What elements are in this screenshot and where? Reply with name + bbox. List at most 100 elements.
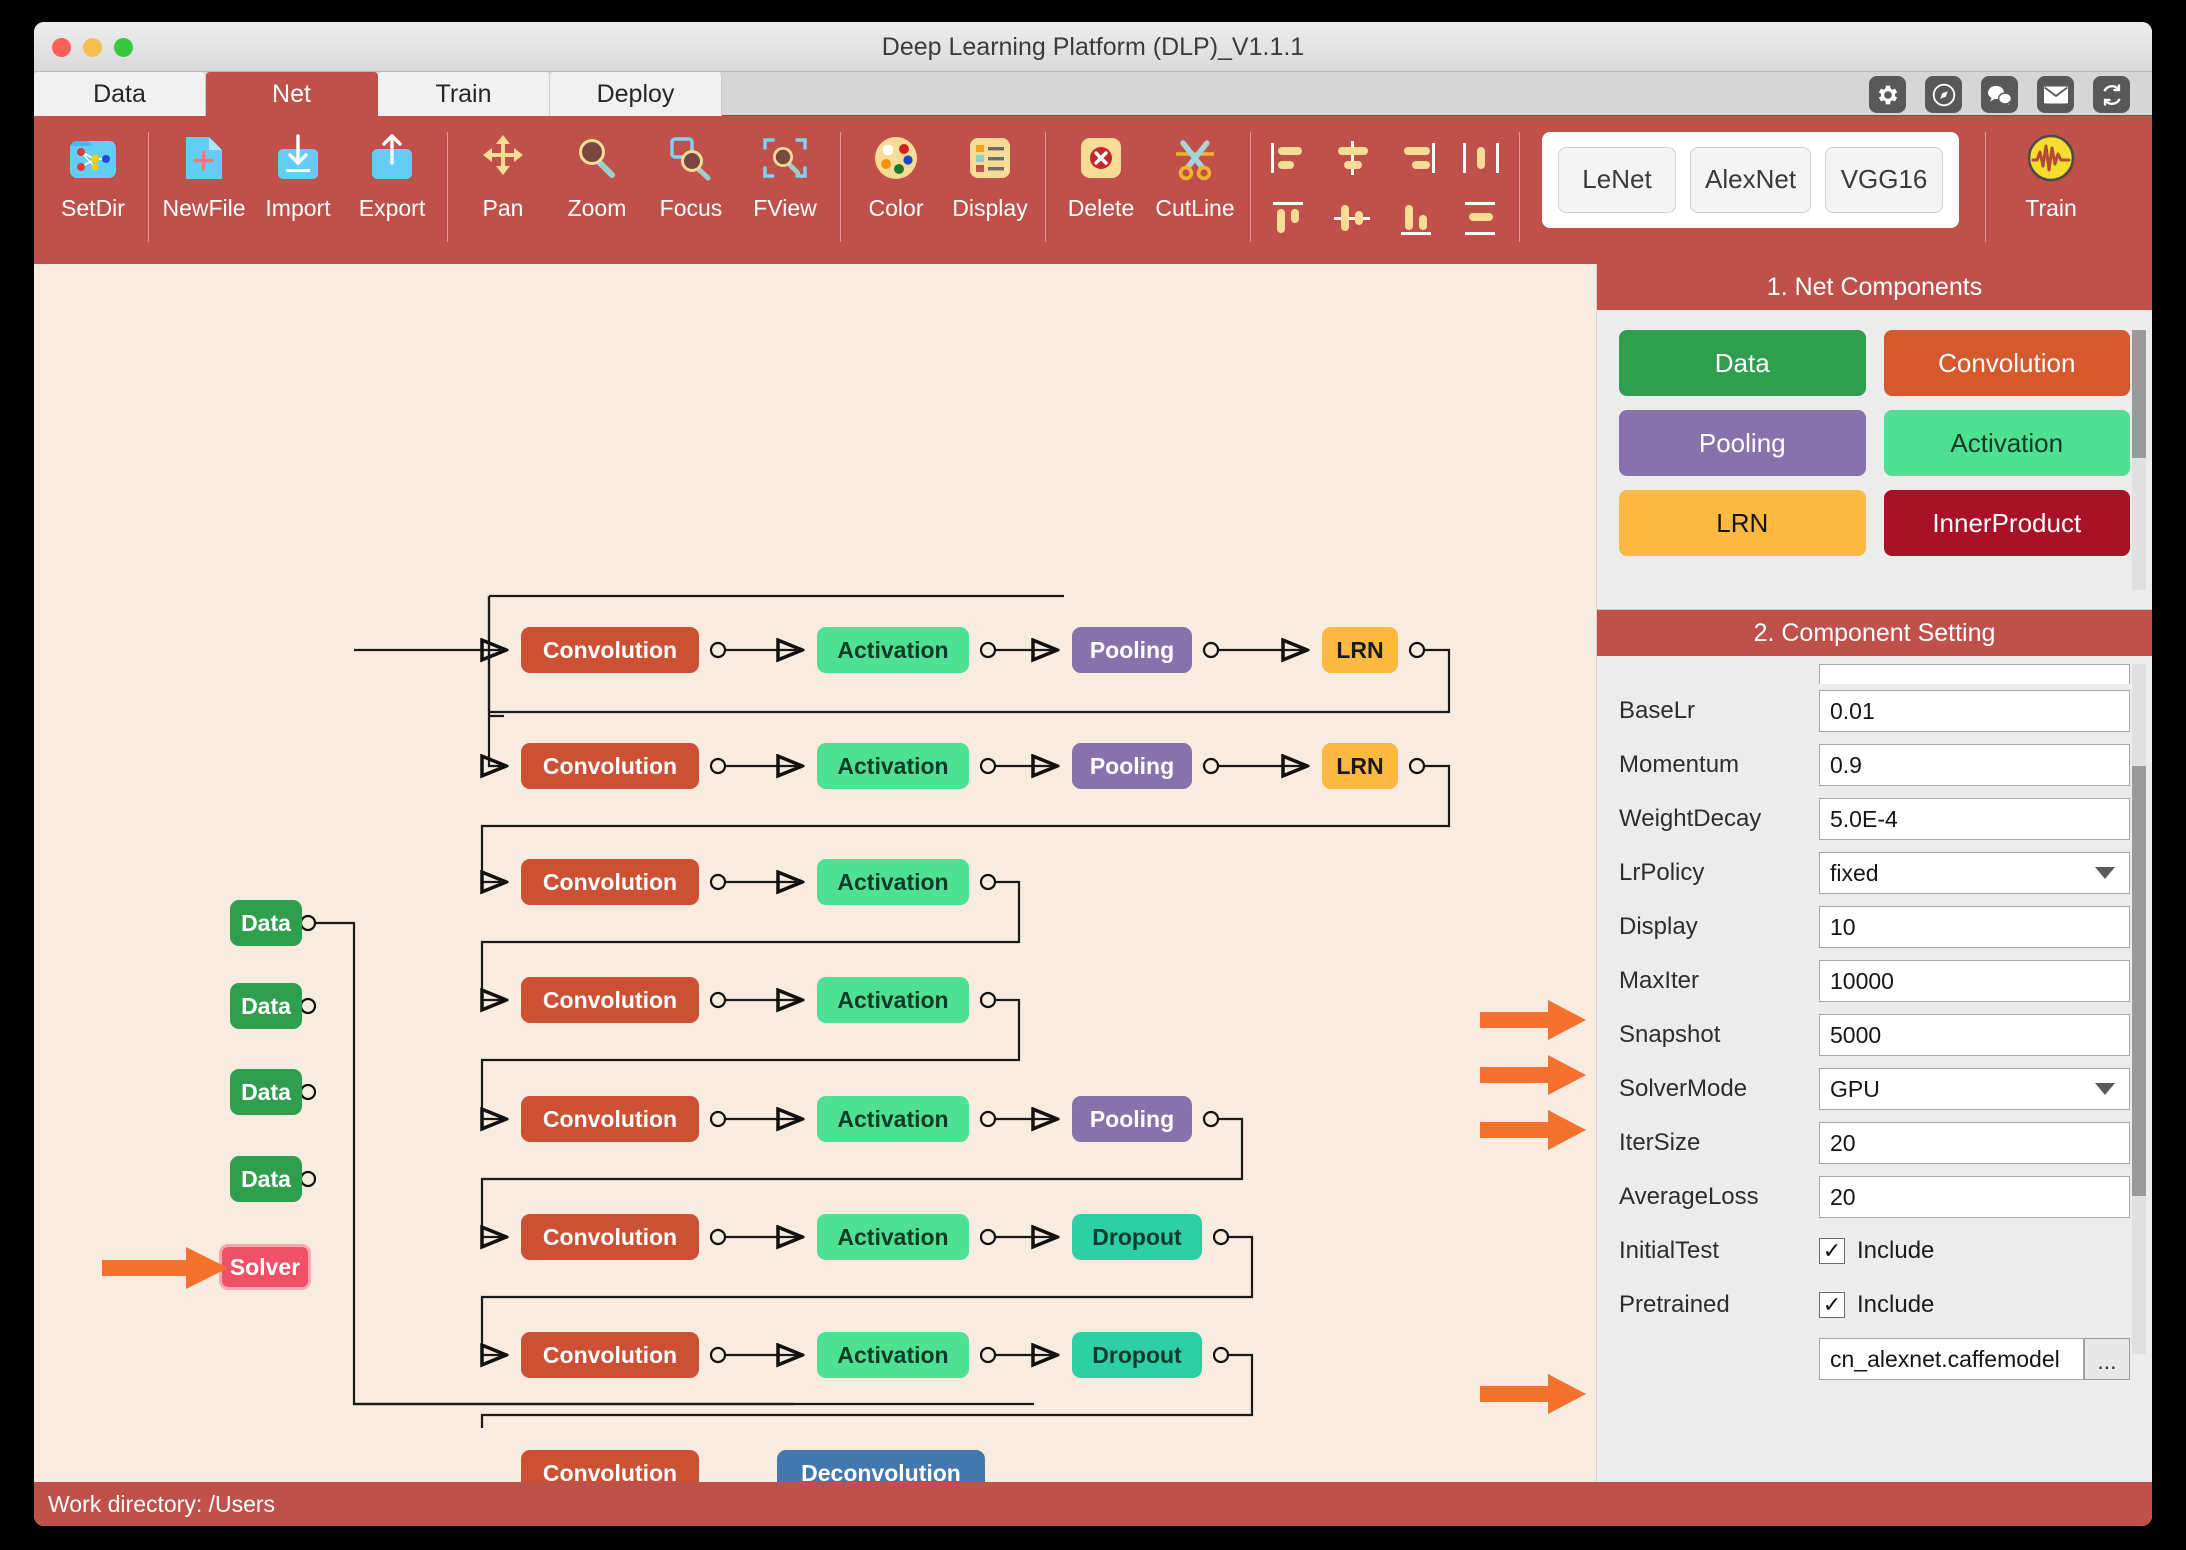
align-right-icon[interactable] <box>1387 130 1447 186</box>
baselr-label: BaseLr <box>1619 697 1819 725</box>
align-left-icon[interactable] <box>1259 130 1319 186</box>
itersize-label: IterSize <box>1619 1129 1819 1157</box>
averageloss-input[interactable]: 20 <box>1819 1176 2130 1218</box>
node-convolution-6[interactable]: Convolution <box>521 1214 699 1260</box>
node-convolution-7[interactable]: Convolution <box>521 1332 699 1378</box>
display-button[interactable]: Display <box>943 116 1037 242</box>
refresh-icon[interactable] <box>2093 76 2130 113</box>
distribute-horizontal-icon[interactable] <box>1451 130 1511 186</box>
node-data-2[interactable]: Data <box>230 983 302 1029</box>
component-lrn-button[interactable]: LRN <box>1619 490 1866 556</box>
fview-button[interactable]: FView <box>738 116 832 242</box>
node-data-4[interactable]: Data <box>230 1156 302 1202</box>
initialtest-checkbox[interactable]: ✓ <box>1819 1238 1845 1264</box>
preset-vgg16-button[interactable]: VGG16 <box>1825 147 1943 213</box>
right-panel: 1. Net Components Data Convolution Pooli… <box>1597 264 2152 1482</box>
minimize-button[interactable] <box>83 38 102 57</box>
mail-icon[interactable] <box>2037 76 2074 113</box>
chevron-down-icon <box>2095 867 2115 879</box>
component-convolution-button[interactable]: Convolution <box>1884 330 2131 396</box>
settings-scrollbar-thumb[interactable] <box>2132 766 2146 1196</box>
node-activation-5[interactable]: Activation <box>817 1096 969 1142</box>
import-button[interactable]: Import <box>251 116 345 242</box>
color-button[interactable]: Color <box>849 116 943 242</box>
itersize-input[interactable]: 20 <box>1819 1122 2130 1164</box>
node-convolution-1[interactable]: Convolution <box>521 627 699 673</box>
weightdecay-input[interactable]: 5.0E-4 <box>1819 798 2130 840</box>
preset-alexnet-button[interactable]: AlexNet <box>1690 147 1811 213</box>
node-activation-3[interactable]: Activation <box>817 859 969 905</box>
align-top-icon[interactable] <box>1259 190 1319 246</box>
focus-button[interactable]: Focus <box>644 116 738 242</box>
close-button[interactable] <box>52 38 71 57</box>
node-convolution-8[interactable]: Convolution <box>521 1450 699 1482</box>
display-label: Display <box>1619 913 1819 941</box>
node-convolution-3[interactable]: Convolution <box>521 859 699 905</box>
component-data-button[interactable]: Data <box>1619 330 1866 396</box>
compass-icon[interactable] <box>1925 76 1962 113</box>
component-activation-button[interactable]: Activation <box>1884 410 2131 476</box>
export-button[interactable]: Export <box>345 116 439 242</box>
node-convolution-5[interactable]: Convolution <box>521 1096 699 1142</box>
node-convolution-4[interactable]: Convolution <box>521 977 699 1023</box>
wechat-icon[interactable] <box>1981 76 2018 113</box>
snapshot-input[interactable]: 5000 <box>1819 1014 2130 1056</box>
component-pooling-button[interactable]: Pooling <box>1619 410 1866 476</box>
delete-button[interactable]: Delete <box>1054 116 1148 242</box>
node-solver[interactable]: Solver <box>219 1244 311 1290</box>
setting-row-initialtest: InitialTest ✓ Include <box>1619 1224 2130 1278</box>
pretrained-browse-button[interactable]: ... <box>2084 1338 2130 1380</box>
lrpolicy-select[interactable]: fixed <box>1819 852 2130 894</box>
component-innerproduct-button[interactable]: InnerProduct <box>1884 490 2131 556</box>
node-activation-6[interactable]: Activation <box>817 1214 969 1260</box>
preset-lenet-button[interactable]: LeNet <box>1558 147 1676 213</box>
display-input[interactable]: 10 <box>1819 906 2130 948</box>
clipped-field[interactable] <box>1819 664 2130 684</box>
node-activation-1[interactable]: Activation <box>817 627 969 673</box>
fview-label: FView <box>753 195 817 222</box>
solvermode-select[interactable]: GPU <box>1819 1068 2130 1110</box>
setting-row-pretrained: Pretrained ✓ Include <box>1619 1278 2130 1332</box>
pretrained-checkbox[interactable]: ✓ <box>1819 1292 1845 1318</box>
node-activation-7[interactable]: Activation <box>817 1332 969 1378</box>
train-button[interactable]: Train <box>2004 116 2098 242</box>
cutline-button[interactable]: CutLine <box>1148 116 1242 242</box>
setdir-button[interactable]: SetDir <box>46 116 140 242</box>
tab-train[interactable]: Train <box>378 72 550 116</box>
gear-icon[interactable] <box>1869 76 1906 113</box>
net-graph-canvas[interactable]: Data Data Data Data Solver Convolution A… <box>34 264 1597 1482</box>
node-pooling-5[interactable]: Pooling <box>1072 1096 1192 1142</box>
node-activation-2[interactable]: Activation <box>817 743 969 789</box>
node-lrn-2[interactable]: LRN <box>1322 743 1398 789</box>
baselr-input[interactable]: 0.01 <box>1819 690 2130 732</box>
distribute-vertical-icon[interactable] <box>1451 190 1511 246</box>
toolbar-group-file-ops: NewFile Import Export <box>157 116 439 264</box>
components-scrollbar-thumb[interactable] <box>2132 330 2146 458</box>
lrpolicy-value: fixed <box>1830 860 1879 887</box>
node-data-3[interactable]: Data <box>230 1069 302 1115</box>
pretrained-file-input[interactable]: cn_alexnet.caffemodel <box>1819 1338 2084 1380</box>
node-data-1[interactable]: Data <box>230 900 302 946</box>
tab-data[interactable]: Data <box>34 72 206 116</box>
zoom-button[interactable]: Zoom <box>550 116 644 242</box>
maximize-button[interactable] <box>114 38 133 57</box>
align-middle-vertical-icon[interactable] <box>1323 190 1383 246</box>
momentum-input[interactable]: 0.9 <box>1819 744 2130 786</box>
node-deconvolution[interactable]: Deconvolution <box>777 1450 985 1482</box>
tab-net[interactable]: Net <box>206 72 378 116</box>
pan-button[interactable]: Pan <box>456 116 550 242</box>
node-lrn-1[interactable]: LRN <box>1322 627 1398 673</box>
snapshot-label: Snapshot <box>1619 1021 1819 1049</box>
align-bottom-icon[interactable] <box>1387 190 1447 246</box>
newfile-button[interactable]: NewFile <box>157 116 251 242</box>
align-center-horizontal-icon[interactable] <box>1323 130 1383 186</box>
node-activation-4[interactable]: Activation <box>817 977 969 1023</box>
maxiter-input[interactable]: 10000 <box>1819 960 2130 1002</box>
node-pooling-1[interactable]: Pooling <box>1072 627 1192 673</box>
node-dropout-7[interactable]: Dropout <box>1072 1332 1202 1378</box>
tab-bar-spacer <box>722 72 2152 115</box>
node-pooling-2[interactable]: Pooling <box>1072 743 1192 789</box>
tab-deploy[interactable]: Deploy <box>550 72 722 116</box>
node-dropout-6[interactable]: Dropout <box>1072 1214 1202 1260</box>
node-convolution-2[interactable]: Convolution <box>521 743 699 789</box>
